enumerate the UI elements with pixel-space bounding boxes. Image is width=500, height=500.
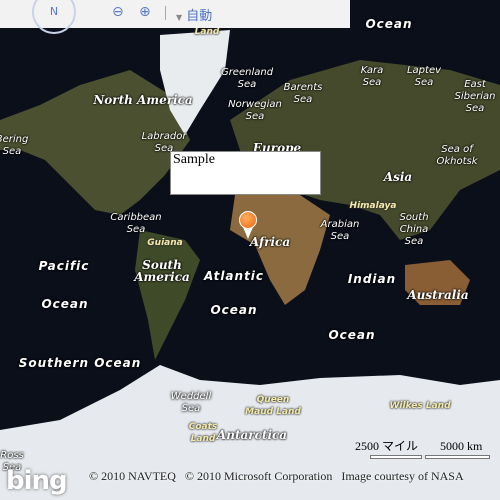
map-label: Laptev Sea bbox=[406, 65, 442, 88]
map-label: Bering Sea bbox=[0, 134, 29, 157]
map-style-dropdown[interactable]: ▼ 自動 bbox=[176, 5, 212, 24]
scale-km: 5000 km bbox=[440, 439, 483, 453]
map-label: South America bbox=[134, 258, 190, 284]
scale-bar-km bbox=[425, 455, 490, 459]
map-label: Indian bbox=[347, 272, 397, 286]
infobox-popup[interactable]: Sample bbox=[170, 151, 321, 195]
map-label: Norwegian Sea bbox=[228, 99, 282, 122]
map-label: Barents Sea bbox=[283, 82, 323, 105]
map-label: Kara Sea bbox=[360, 65, 384, 88]
map-label: Coats Land bbox=[188, 422, 218, 444]
map-label: Southern Ocean bbox=[18, 356, 142, 370]
map-label: Himalaya bbox=[349, 201, 397, 211]
zoom-in-icon[interactable]: ⊕ bbox=[139, 4, 151, 20]
scale-miles: 2500 マイル bbox=[355, 439, 419, 453]
zoom-out-icon[interactable]: ⊖ bbox=[112, 4, 124, 20]
bing-logo: bing bbox=[6, 466, 68, 496]
copyright-text: © 2010 NAVTEQ © 2010 Microsoft Corporati… bbox=[89, 469, 464, 483]
triangle-down-icon: ▼ bbox=[176, 13, 183, 22]
scale-bar: 2500 マイル 5000 km bbox=[355, 437, 482, 454]
map-label: Pacific bbox=[38, 259, 90, 273]
map-label: Wilkes Land bbox=[389, 401, 451, 411]
map-label: Africa bbox=[249, 235, 291, 249]
map-label: Sea of Okhotsk bbox=[436, 144, 478, 167]
map-label: Weddell Sea bbox=[170, 391, 212, 414]
map-label: Ocean bbox=[41, 297, 89, 311]
map-label: East Siberian Sea bbox=[454, 79, 496, 114]
map-style-label: 自動 bbox=[186, 9, 213, 24]
map-label: Australia bbox=[407, 288, 469, 302]
pushpin-icon[interactable] bbox=[239, 211, 257, 229]
map-label: South China Sea bbox=[399, 212, 429, 247]
map-label: Queen Maud Land bbox=[245, 395, 301, 417]
divider bbox=[165, 6, 166, 20]
map-label: Atlantic bbox=[203, 269, 265, 283]
map-label: Asia bbox=[383, 170, 413, 184]
map-label: Greenland Sea bbox=[220, 67, 274, 90]
map-label: Ocean bbox=[328, 328, 376, 342]
compass-north-label: N bbox=[49, 5, 59, 18]
map-label: Guiana bbox=[147, 238, 183, 248]
scale-bar-miles bbox=[370, 455, 422, 459]
infobox-title: Sample bbox=[173, 152, 215, 167]
map-label: Antarctica bbox=[216, 428, 288, 442]
map-label: North America bbox=[93, 93, 193, 107]
map-label: Ocean bbox=[210, 303, 258, 317]
map-label: Caribbean Sea bbox=[110, 212, 162, 235]
map-label: Ocean bbox=[365, 17, 413, 31]
map-label: Arabian Sea bbox=[320, 219, 360, 242]
navigation-bar: N ⊖ ⊕ ▼ 自動 bbox=[0, 0, 350, 34]
